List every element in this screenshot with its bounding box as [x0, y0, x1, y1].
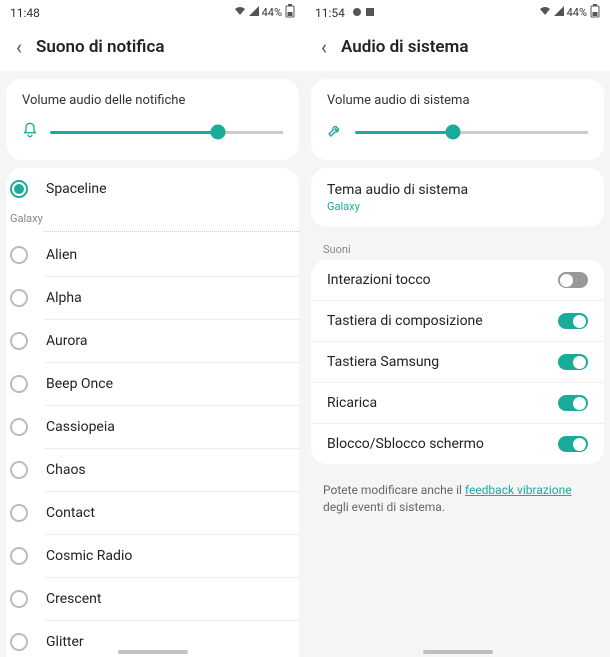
- status-indicators: 44%: [234, 4, 295, 21]
- volume-slider[interactable]: [355, 124, 588, 140]
- toggle-row[interactable]: Interazioni tocco: [311, 260, 604, 300]
- sounds-section-header: Suoni: [305, 235, 610, 260]
- theme-title: Tema audio di sistema: [327, 182, 588, 198]
- wifi-icon: [539, 6, 551, 19]
- toggle-row[interactable]: Tastiera Samsung: [311, 341, 604, 382]
- toggle-label: Blocco/Sblocco schermo: [327, 436, 484, 452]
- radio-icon: [10, 246, 28, 264]
- radio-icon: [10, 633, 28, 651]
- page-header: ‹ Audio di sistema: [305, 23, 610, 71]
- bell-icon: [22, 122, 40, 142]
- sound-option[interactable]: Contact: [6, 492, 299, 534]
- status-time: 11:54: [315, 6, 375, 20]
- sound-option[interactable]: Aurora: [6, 320, 299, 362]
- sound-option-label: Glitter: [46, 634, 84, 650]
- volume-label: Volume audio di sistema: [327, 93, 588, 108]
- footer-note: Potete modificare anche il feedback vibr…: [305, 472, 610, 526]
- signal-icon: [554, 6, 564, 19]
- sound-group-label: Galaxy: [6, 210, 299, 229]
- radio-icon: [10, 504, 28, 522]
- sound-option-label: Crescent: [46, 591, 101, 607]
- sound-option[interactable]: Cassiopeia: [6, 406, 299, 448]
- toggle-switch[interactable]: [558, 436, 588, 452]
- sound-option-label: Beep Once: [46, 376, 113, 392]
- toggle-list: Interazioni tocco Tastiera di composizion…: [311, 260, 604, 464]
- radio-icon: [10, 332, 28, 350]
- sound-option[interactable]: Cosmic Radio: [6, 535, 299, 577]
- back-icon[interactable]: ‹: [321, 37, 327, 57]
- toggle-row[interactable]: Ricarica: [311, 382, 604, 423]
- sound-option-label: Spaceline: [46, 181, 107, 197]
- toggle-switch[interactable]: [558, 354, 588, 370]
- volume-card: Volume audio di sistema: [311, 79, 604, 160]
- sound-option-label: Alien: [46, 247, 77, 263]
- toggle-row[interactable]: Blocco/Sblocco schermo: [311, 423, 604, 464]
- status-time: 11:48: [10, 6, 40, 20]
- radio-icon: [10, 547, 28, 565]
- vibration-feedback-link[interactable]: feedback vibrazione: [465, 483, 572, 497]
- radio-icon: [10, 418, 28, 436]
- battery-percent: 44%: [567, 6, 587, 19]
- theme-card[interactable]: Tema audio di sistema Galaxy: [311, 168, 604, 227]
- radio-icon: [10, 375, 28, 393]
- sound-option-label: Contact: [46, 505, 95, 521]
- status-bar: 11:54 44%: [305, 0, 610, 23]
- page-title: Audio di sistema: [341, 37, 468, 57]
- toggle-label: Tastiera Samsung: [327, 354, 439, 370]
- sound-option-selected[interactable]: Spaceline: [6, 168, 299, 210]
- radio-icon: [10, 461, 28, 479]
- toggle-label: Ricarica: [327, 395, 377, 411]
- page-title: Suono di notifica: [36, 37, 164, 57]
- sound-list-card: Spaceline Galaxy Alien Alpha Aurora Beep On…: [6, 168, 299, 657]
- sound-option-label: Alpha: [46, 290, 82, 306]
- toggle-switch[interactable]: [558, 395, 588, 411]
- radio-icon: [10, 590, 28, 608]
- battery-percent: 44%: [262, 6, 282, 19]
- volume-card: Volume audio delle notifiche: [6, 79, 299, 160]
- sound-option[interactable]: Chaos: [6, 449, 299, 491]
- toggle-switch[interactable]: [558, 272, 588, 288]
- sound-option-label: Cosmic Radio: [46, 548, 132, 564]
- sound-option[interactable]: Beep Once: [6, 363, 299, 405]
- sound-option[interactable]: Alien: [6, 234, 299, 276]
- battery-icon: [285, 4, 295, 21]
- back-icon[interactable]: ‹: [16, 37, 22, 57]
- toggle-row[interactable]: Tastiera di composizione: [311, 300, 604, 341]
- status-app-icons: [352, 6, 375, 20]
- volume-slider[interactable]: [50, 124, 283, 140]
- status-indicators: 44%: [539, 4, 600, 21]
- volume-label: Volume audio delle notifiche: [22, 93, 283, 108]
- sound-option-label: Cassiopeia: [46, 419, 115, 435]
- status-bar: 11:48 44%: [0, 0, 305, 23]
- sound-option[interactable]: Crescent: [6, 578, 299, 620]
- sound-option-label: Aurora: [46, 333, 87, 349]
- toggle-label: Interazioni tocco: [327, 272, 431, 288]
- sound-option-label: Chaos: [46, 462, 86, 478]
- radio-icon: [10, 289, 28, 307]
- home-indicator: [118, 650, 188, 654]
- signal-icon: [249, 6, 259, 19]
- battery-icon: [590, 4, 600, 21]
- divider: [44, 231, 299, 232]
- toggle-label: Tastiera di composizione: [327, 313, 483, 329]
- wifi-icon: [234, 6, 246, 19]
- wrench-icon: [327, 122, 345, 142]
- page-header: ‹ Suono di notifica: [0, 23, 305, 71]
- home-indicator: [423, 650, 493, 654]
- sound-option[interactable]: Alpha: [6, 277, 299, 319]
- screen-notification-sound: 11:48 44% ‹ Suono di notifica Volume aud…: [0, 0, 305, 657]
- toggle-switch[interactable]: [558, 313, 588, 329]
- radio-selected-icon: [10, 180, 28, 198]
- theme-value: Galaxy: [327, 200, 588, 213]
- screen-system-audio: 11:54 44% ‹ Audio di sistema Volume audi…: [305, 0, 610, 657]
